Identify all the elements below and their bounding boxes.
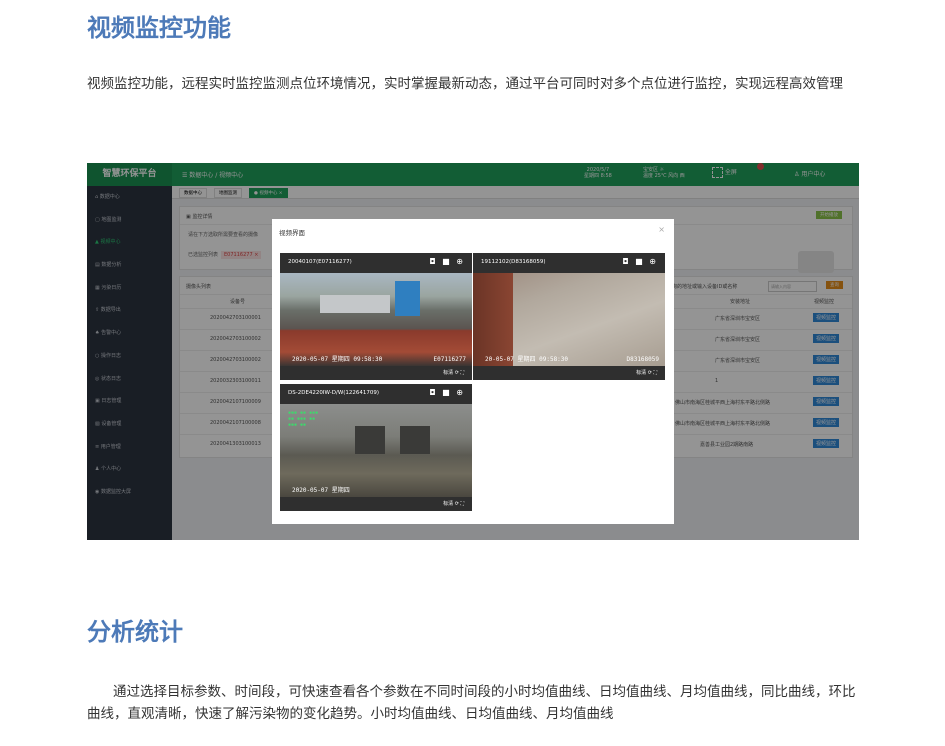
camera-tools-icon[interactable]: ◘ ■ ⊕	[429, 388, 465, 397]
platform-screenshot: 智慧环保平台 ☰ 数据中心 / 视频中心 2020/5/7 星期四 8:58 宝安…	[87, 163, 859, 540]
video-frame: 2020-05-07 星期四 09:58:30 E07116277	[280, 273, 472, 366]
wall-shape	[473, 273, 513, 366]
machine-shape	[320, 295, 390, 313]
camera-tools-icon[interactable]: ◘ ■ ⊕	[429, 257, 465, 266]
garage-door-left	[355, 426, 385, 454]
camera-feed-3[interactable]: DS-2DE4220IW-D/W(122641709) ◘ ■ ⊕ ▪▪▪ ▪▪ …	[280, 384, 472, 511]
camera-name: 19112102(D83168059)	[481, 259, 546, 265]
video-timestamp: 2020-05-07 星期四 09:58:30	[292, 356, 383, 363]
video-frame: 20-05-07 星期四 09:58:30 D83168059	[473, 273, 665, 366]
camera-name: DS-2DE4220IW-D/W(122641709)	[288, 390, 380, 396]
video-timestamp: 2020-05-07 星期四	[292, 487, 350, 494]
video-id-overlay: E07116277	[433, 356, 466, 363]
camera-footer-controls[interactable]: 标清 ⟳ ⛶	[636, 369, 657, 376]
video-modal: 视频界面 × 20040107(E07116277) ◘ ■ ⊕ 2020-05-…	[272, 219, 674, 524]
section-title-video: 视频监控功能	[87, 14, 231, 42]
camera-tools-icon[interactable]: ◘ ■ ⊕	[622, 257, 658, 266]
section-title-analysis: 分析统计	[87, 618, 183, 646]
section-desc-analysis: 通过选择目标参数、时间段，可快速查看各个参数在不同时间段的小时均值曲线、日均值曲…	[87, 684, 856, 722]
camera-feed-2[interactable]: 19112102(D83168059) ◘ ■ ⊕ 20-05-07 星期四 09…	[473, 253, 665, 380]
camera-footer-controls[interactable]: 标清 ⟳ ⛶	[443, 500, 464, 507]
data-overlay: ▪▪▪ ▪▪ ▪▪▪ ▪▪ ▪▪▪ ▪▪ ▪▪▪ ▪▪	[288, 410, 319, 428]
video-timestamp: 20-05-07 星期四 09:58:30	[485, 356, 569, 363]
section-desc-video: 视频监控功能，远程实时监控监测点位环境情况，实时掌握最新动态，通过平台可同时对多…	[87, 76, 843, 92]
video-frame: ▪▪▪ ▪▪ ▪▪▪ ▪▪ ▪▪▪ ▪▪ ▪▪▪ ▪▪ 2020-05-07 星期四	[280, 404, 472, 497]
video-id-overlay: D83168059	[626, 356, 659, 363]
modal-title: 视频界面	[279, 229, 305, 237]
blue-structure	[395, 281, 420, 316]
camera-feed-1[interactable]: 20040107(E07116277) ◘ ■ ⊕ 2020-05-07 星期四 …	[280, 253, 472, 380]
camera-footer-controls[interactable]: 标清 ⟳ ⛶	[443, 369, 464, 376]
camera-name: 20040107(E07116277)	[288, 259, 352, 265]
garage-door-right	[400, 426, 430, 454]
close-icon[interactable]: ×	[658, 225, 665, 234]
